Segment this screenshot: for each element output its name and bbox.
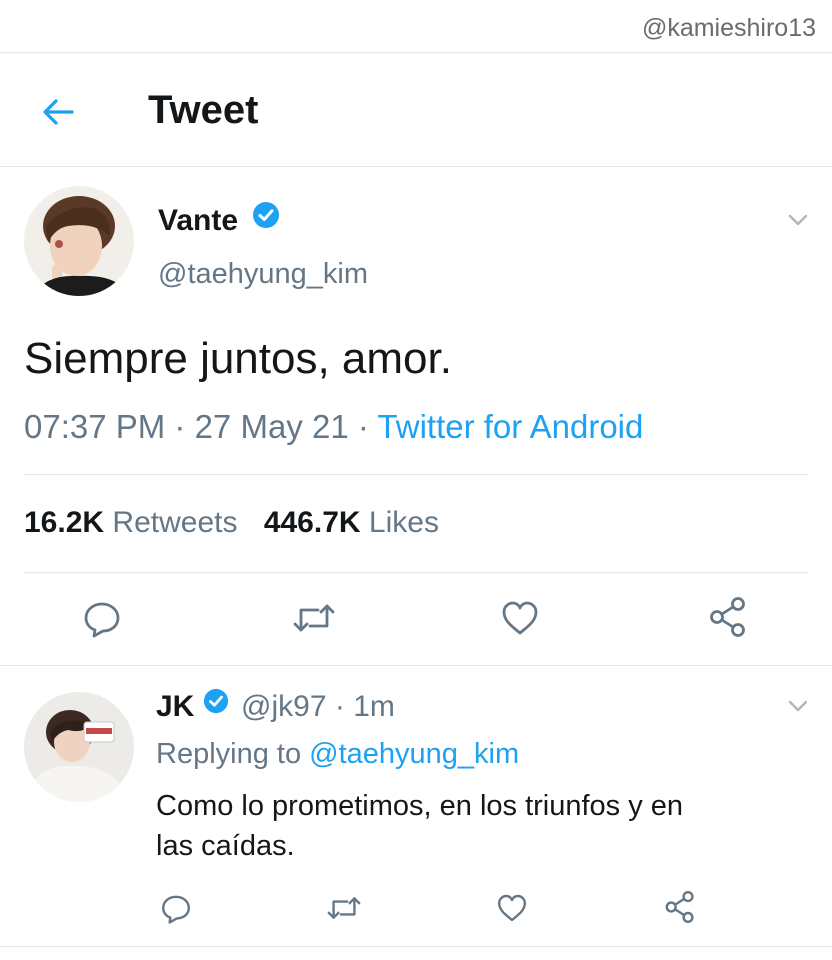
reply-author-name[interactable]: JK xyxy=(156,690,194,723)
reply-icon xyxy=(162,895,190,924)
meta-separator: · xyxy=(326,690,354,723)
reply-share-button[interactable] xyxy=(664,890,696,929)
author-handle[interactable]: @taehyung_kim xyxy=(158,258,368,291)
verified-badge-icon xyxy=(252,201,280,237)
reply-retweet-button[interactable] xyxy=(326,892,362,929)
meta-separator: · xyxy=(348,408,378,445)
retweets-label: Retweets xyxy=(112,506,238,539)
avatar[interactable] xyxy=(24,186,134,296)
divider xyxy=(0,166,832,167)
likes-stat[interactable]: 446.7K Likes xyxy=(264,506,439,539)
reply-icon xyxy=(84,602,120,638)
like-button[interactable] xyxy=(500,598,540,643)
retweets-count: 16.2K xyxy=(24,506,105,539)
back-arrow-icon xyxy=(43,99,74,125)
author-name-row[interactable]: Vante xyxy=(158,201,280,238)
back-button[interactable] xyxy=(38,92,78,132)
divider xyxy=(0,946,832,947)
tweet-meta: 07:37 PM · 27 May 21 · Twitter for Andro… xyxy=(24,408,643,446)
reply-text-line: las caídas. xyxy=(156,830,295,862)
reply-header: JK @jk97 · 1m xyxy=(156,688,395,724)
tweet-stats: 16.2K Retweets 446.7K Likes xyxy=(24,506,439,540)
replying-to: Replying to @taehyung_kim xyxy=(156,738,519,771)
divider xyxy=(24,474,808,475)
chevron-down-icon xyxy=(788,700,808,712)
reply-reply-button[interactable] xyxy=(160,892,192,929)
retweet-icon xyxy=(327,897,361,919)
page-title: Tweet xyxy=(148,88,259,132)
likes-count: 446.7K xyxy=(263,506,361,539)
reply-time: 1m xyxy=(353,690,395,723)
divider xyxy=(24,572,808,573)
tweet-time: 07:37 PM xyxy=(24,408,166,445)
tweet-source-link[interactable]: Twitter for Android xyxy=(377,408,643,445)
reply-text: Como lo prometimos, en los triunfos y en… xyxy=(156,786,683,866)
reply-avatar[interactable] xyxy=(24,692,134,802)
reply-menu-button[interactable] xyxy=(786,694,810,718)
replying-to-handle[interactable]: @taehyung_kim xyxy=(309,738,519,770)
tweet-date: 27 May 21 xyxy=(194,408,349,445)
replying-to-prefix: Replying to xyxy=(156,738,310,770)
verified-badge-icon xyxy=(203,688,229,722)
tweet-text: Siempre juntos, amor. xyxy=(24,334,452,383)
reply-like-button[interactable] xyxy=(496,892,528,929)
share-icon xyxy=(665,891,694,924)
author-name[interactable]: Vante xyxy=(158,204,238,237)
reply-button[interactable] xyxy=(82,598,122,643)
retweets-stat[interactable]: 16.2K Retweets xyxy=(24,506,237,539)
likes-label: Likes xyxy=(368,506,439,539)
like-icon xyxy=(502,601,538,635)
reply-author-handle[interactable]: @jk97 xyxy=(241,690,327,723)
retweet-icon xyxy=(293,604,335,632)
divider xyxy=(0,52,832,53)
reply-text-line: Como lo prometimos, en los triunfos y en xyxy=(156,790,684,822)
share-button[interactable] xyxy=(708,596,748,643)
divider xyxy=(0,665,832,666)
like-icon xyxy=(498,894,526,922)
tweet-menu-button[interactable] xyxy=(786,208,810,232)
chevron-down-icon xyxy=(788,214,808,226)
meta-separator: · xyxy=(165,408,195,445)
retweet-button[interactable] xyxy=(292,598,336,643)
share-icon xyxy=(710,597,745,637)
watermark-username: @kamieshiro13 xyxy=(641,14,816,42)
